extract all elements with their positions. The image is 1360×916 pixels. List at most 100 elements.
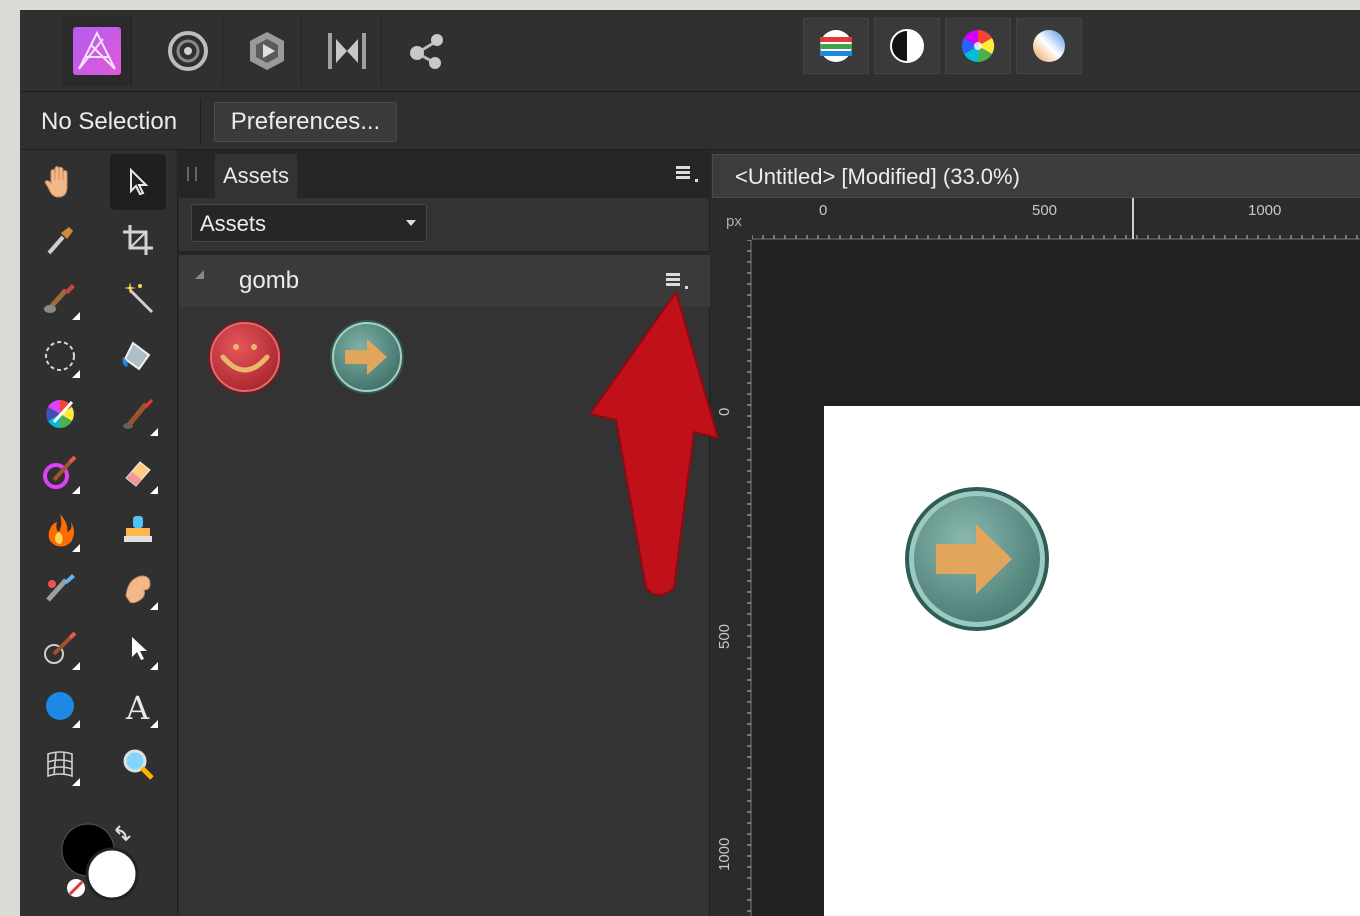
selection-brush-icon [44, 284, 75, 313]
paint-brush-tool[interactable] [110, 386, 166, 442]
liquify-persona-button[interactable] [153, 16, 223, 86]
histogram-icon [820, 30, 852, 62]
view-tool[interactable] [32, 154, 88, 210]
gradient-icon [1033, 30, 1065, 62]
persona-toolbar [20, 10, 1360, 92]
asset-smiley-button[interactable] [205, 317, 285, 397]
fg-bg-color-icon [61, 823, 139, 901]
document-tab[interactable]: <Untitled> [Modified] (33.0%) [712, 154, 1360, 198]
black-white-icon [890, 29, 924, 63]
ruler-label-0: 0 [819, 202, 828, 219]
clone-brush-tool[interactable] [110, 502, 166, 558]
text-a-icon: A [125, 689, 150, 723]
blemish-brush-icon [46, 574, 75, 602]
finger-icon [125, 575, 151, 604]
chevron-down-icon [406, 220, 416, 226]
document-page[interactable] [824, 406, 1360, 916]
tool-flyout-indicator [150, 486, 158, 494]
tool-flyout-indicator [72, 544, 80, 552]
panel-grip-handle[interactable] [187, 167, 197, 181]
tone-mapping-persona-button[interactable] [312, 16, 382, 86]
crop-tool[interactable] [110, 212, 166, 268]
gradient-studio-button[interactable] [1016, 18, 1082, 74]
canvas-arrow-button[interactable] [904, 486, 1050, 632]
zoom-tool[interactable] [110, 736, 166, 792]
tool-flyout-indicator [150, 428, 158, 436]
flood-fill-tool[interactable] [110, 328, 166, 384]
stamp-icon [124, 516, 152, 542]
magic-wand-icon [124, 282, 154, 314]
ruler-origin[interactable]: px [712, 198, 752, 240]
tool-flyout-indicator [150, 720, 158, 728]
panel-menu-icon[interactable] [676, 166, 700, 182]
marquee-tool[interactable] [32, 328, 88, 384]
black-white-studio-button[interactable] [874, 18, 940, 74]
tools-panel: A [20, 150, 178, 916]
burn-tool[interactable] [32, 502, 88, 558]
horizontal-ruler[interactable]: 0 500 1000 [752, 198, 1360, 240]
svg-text:A: A [125, 689, 150, 723]
tool-flyout-indicator [72, 778, 80, 786]
pixel-tool[interactable] [32, 620, 88, 676]
dropdown-value: Assets [200, 211, 267, 236]
tool-flyout-indicator [150, 662, 158, 670]
paint-bucket-icon [122, 341, 151, 371]
collapse-triangle-icon[interactable] [195, 270, 204, 279]
color-picker-tool[interactable] [32, 212, 88, 268]
color-swatches[interactable] [60, 822, 144, 906]
mesh-warp-icon [47, 751, 73, 778]
erase-brush-tool[interactable] [110, 444, 166, 500]
smudge-brush-tool[interactable] [110, 560, 166, 616]
ruler-unit: px [726, 213, 742, 230]
crop-icon [123, 225, 153, 255]
ellipse-marquee-icon [45, 341, 75, 371]
blemish-removal-tool[interactable] [32, 560, 88, 616]
hand-icon [44, 166, 68, 198]
ruler-label-500: 500 [1032, 202, 1058, 219]
photo-persona-button[interactable] [62, 16, 132, 86]
ellipse-shape-icon [46, 692, 74, 720]
develop-persona-button[interactable] [232, 16, 302, 86]
context-toolbar: No Selection Preferences... [20, 92, 1360, 150]
tone-mapping-persona-icon [327, 33, 366, 69]
category-menu-icon[interactable] [666, 273, 690, 289]
flame-icon [48, 514, 74, 547]
tab-assets[interactable]: Assets [215, 154, 297, 198]
tool-flyout-indicator [72, 370, 80, 378]
color-wheel-icon [961, 29, 995, 63]
ruler-label-v-1000: 1000 [716, 837, 733, 871]
paint-brush-icon [123, 399, 153, 429]
photo-persona-icon [72, 27, 121, 75]
tool-flyout-indicator [72, 662, 80, 670]
ruler-label-1000: 1000 [1248, 202, 1282, 219]
tool-flyout-indicator [150, 602, 158, 610]
asset-arrow-button[interactable] [327, 317, 407, 397]
mesh-warp-tool[interactable] [32, 736, 88, 792]
smiley-button-icon [208, 320, 282, 394]
dodge-brush-icon [43, 455, 77, 489]
export-persona-icon [410, 34, 443, 69]
color-replacement-icon [46, 400, 74, 428]
canvas-area[interactable] [752, 240, 1360, 916]
panel-tab-bar: Assets [179, 150, 710, 198]
flood-select-tool[interactable] [110, 270, 166, 326]
dodge-brush-tool[interactable] [32, 444, 88, 500]
assets-category-dropdown[interactable]: Assets [191, 204, 427, 242]
selection-brush-tool[interactable] [32, 270, 88, 326]
selection-status: No Selection [41, 108, 178, 135]
eyedropper-icon [47, 227, 73, 255]
color-wheel-studio-button[interactable] [945, 18, 1011, 74]
color-replacement-tool[interactable] [32, 386, 88, 442]
ellipse-tool[interactable] [32, 678, 88, 734]
export-persona-button[interactable] [392, 16, 462, 86]
eraser-icon [125, 461, 151, 487]
tool-flyout-indicator [72, 720, 80, 728]
pointer-arrow-icon [130, 167, 149, 196]
move-tool[interactable] [110, 154, 166, 210]
category-name: gomb [239, 267, 300, 294]
artistic-text-tool[interactable]: A [110, 678, 166, 734]
affinity-photo-window: No Selection Preferences... A Assets Ass… [20, 10, 1360, 916]
preferences-button[interactable]: Preferences... [214, 102, 397, 142]
histogram-studio-button[interactable] [803, 18, 869, 74]
node-tool[interactable] [110, 620, 166, 676]
